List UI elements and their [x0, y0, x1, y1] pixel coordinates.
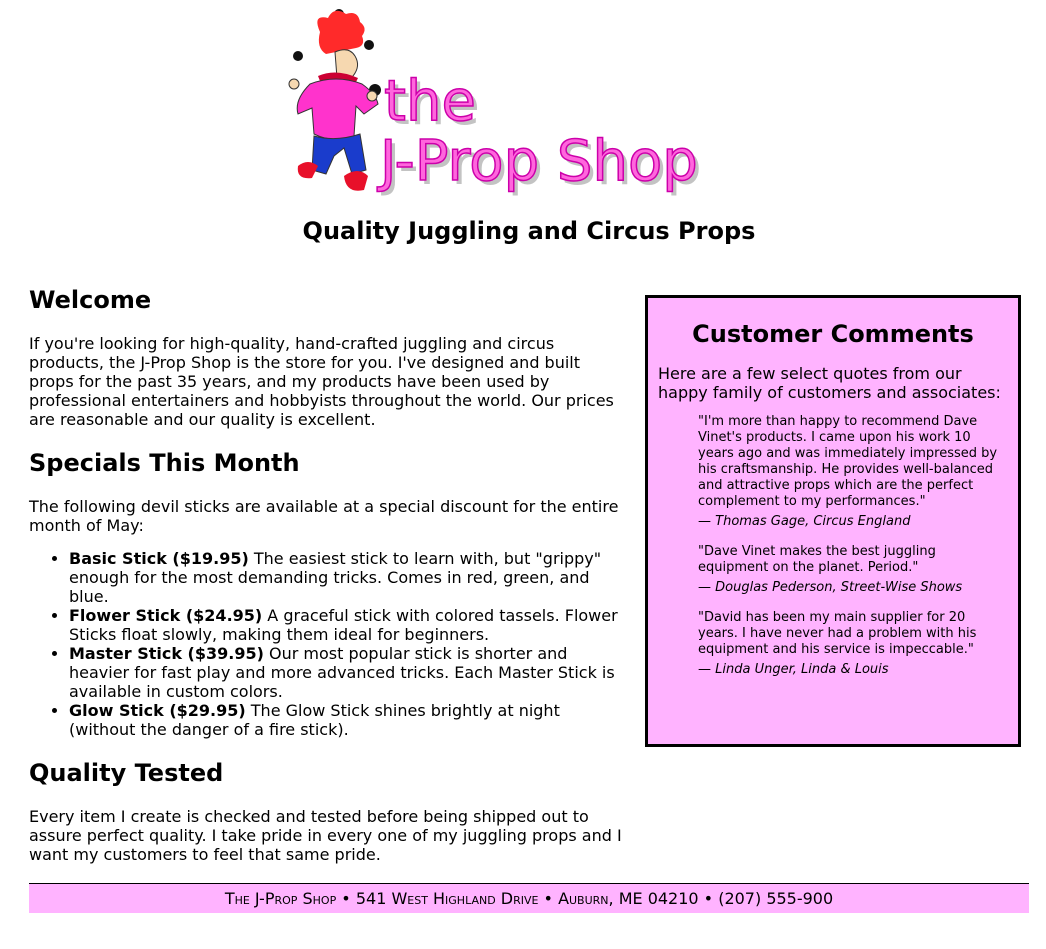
specials-heading: Specials This Month: [29, 449, 300, 477]
special-item-master-stick: Master Stick ($39.95) Our most popular s…: [69, 644, 625, 701]
quote-text: "Dave Vinet makes the best juggling equi…: [698, 544, 936, 575]
jprop-shop-logo: the the J-Prop Shop J-Prop Shop: [288, 9, 702, 198]
svg-text:J-Prop Shop: J-Prop Shop: [377, 129, 698, 194]
page-header: the the J-Prop Shop J-Prop Shop Quality …: [0, 0, 1046, 260]
specials-list: Basic Stick ($19.95) The easiest stick t…: [29, 549, 625, 739]
special-item-name: Master Stick ($39.95): [69, 644, 264, 663]
customer-quote: "Dave Vinet makes the best juggling equi…: [698, 544, 998, 596]
special-item-name: Flower Stick ($24.95): [69, 606, 263, 625]
quality-text: Every item I create is checked and teste…: [29, 807, 622, 864]
quote-text: "David has been my main supplier for 20 …: [698, 610, 977, 657]
customer-quote: "David has been my main supplier for 20 …: [698, 610, 998, 678]
quote-text: "I'm more than happy to recommend Dave V…: [698, 414, 998, 509]
quote-attribution: — Thomas Gage, Circus England: [698, 514, 911, 529]
welcome-text: If you're looking for high-quality, hand…: [29, 334, 614, 429]
customer-comments-box: Customer Comments Here are a few select …: [645, 295, 1021, 747]
quote-attribution: — Linda Unger, Linda & Louis: [698, 662, 889, 677]
special-item-basic-stick: Basic Stick ($19.95) The easiest stick t…: [69, 549, 625, 606]
specials-intro: The following devil sticks are available…: [29, 497, 619, 535]
welcome-heading: Welcome: [29, 286, 152, 314]
special-item-name: Glow Stick ($29.95): [69, 701, 246, 720]
site-tagline: Quality Juggling and Circus Props: [302, 217, 756, 245]
svg-text:the: the: [384, 69, 476, 134]
customer-comments-heading: Customer Comments: [692, 320, 974, 348]
special-item-glow-stick: Glow Stick ($29.95) The Glow Stick shine…: [69, 701, 625, 739]
main-content: Welcome If you're looking for high-quali…: [29, 280, 625, 864]
customer-quote: "I'm more than happy to recommend Dave V…: [698, 414, 998, 530]
customer-comments-intro: Here are a few select quotes from our ha…: [658, 364, 1001, 402]
special-item-flower-stick: Flower Stick ($24.95) A graceful stick w…: [69, 606, 625, 644]
quality-heading: Quality Tested: [29, 759, 224, 787]
quote-attribution: — Douglas Pederson, Street-Wise Shows: [698, 580, 963, 595]
special-item-name: Basic Stick ($19.95): [69, 549, 249, 568]
page-footer: The J-Prop Shop • 541 West Highland Driv…: [29, 883, 1029, 913]
